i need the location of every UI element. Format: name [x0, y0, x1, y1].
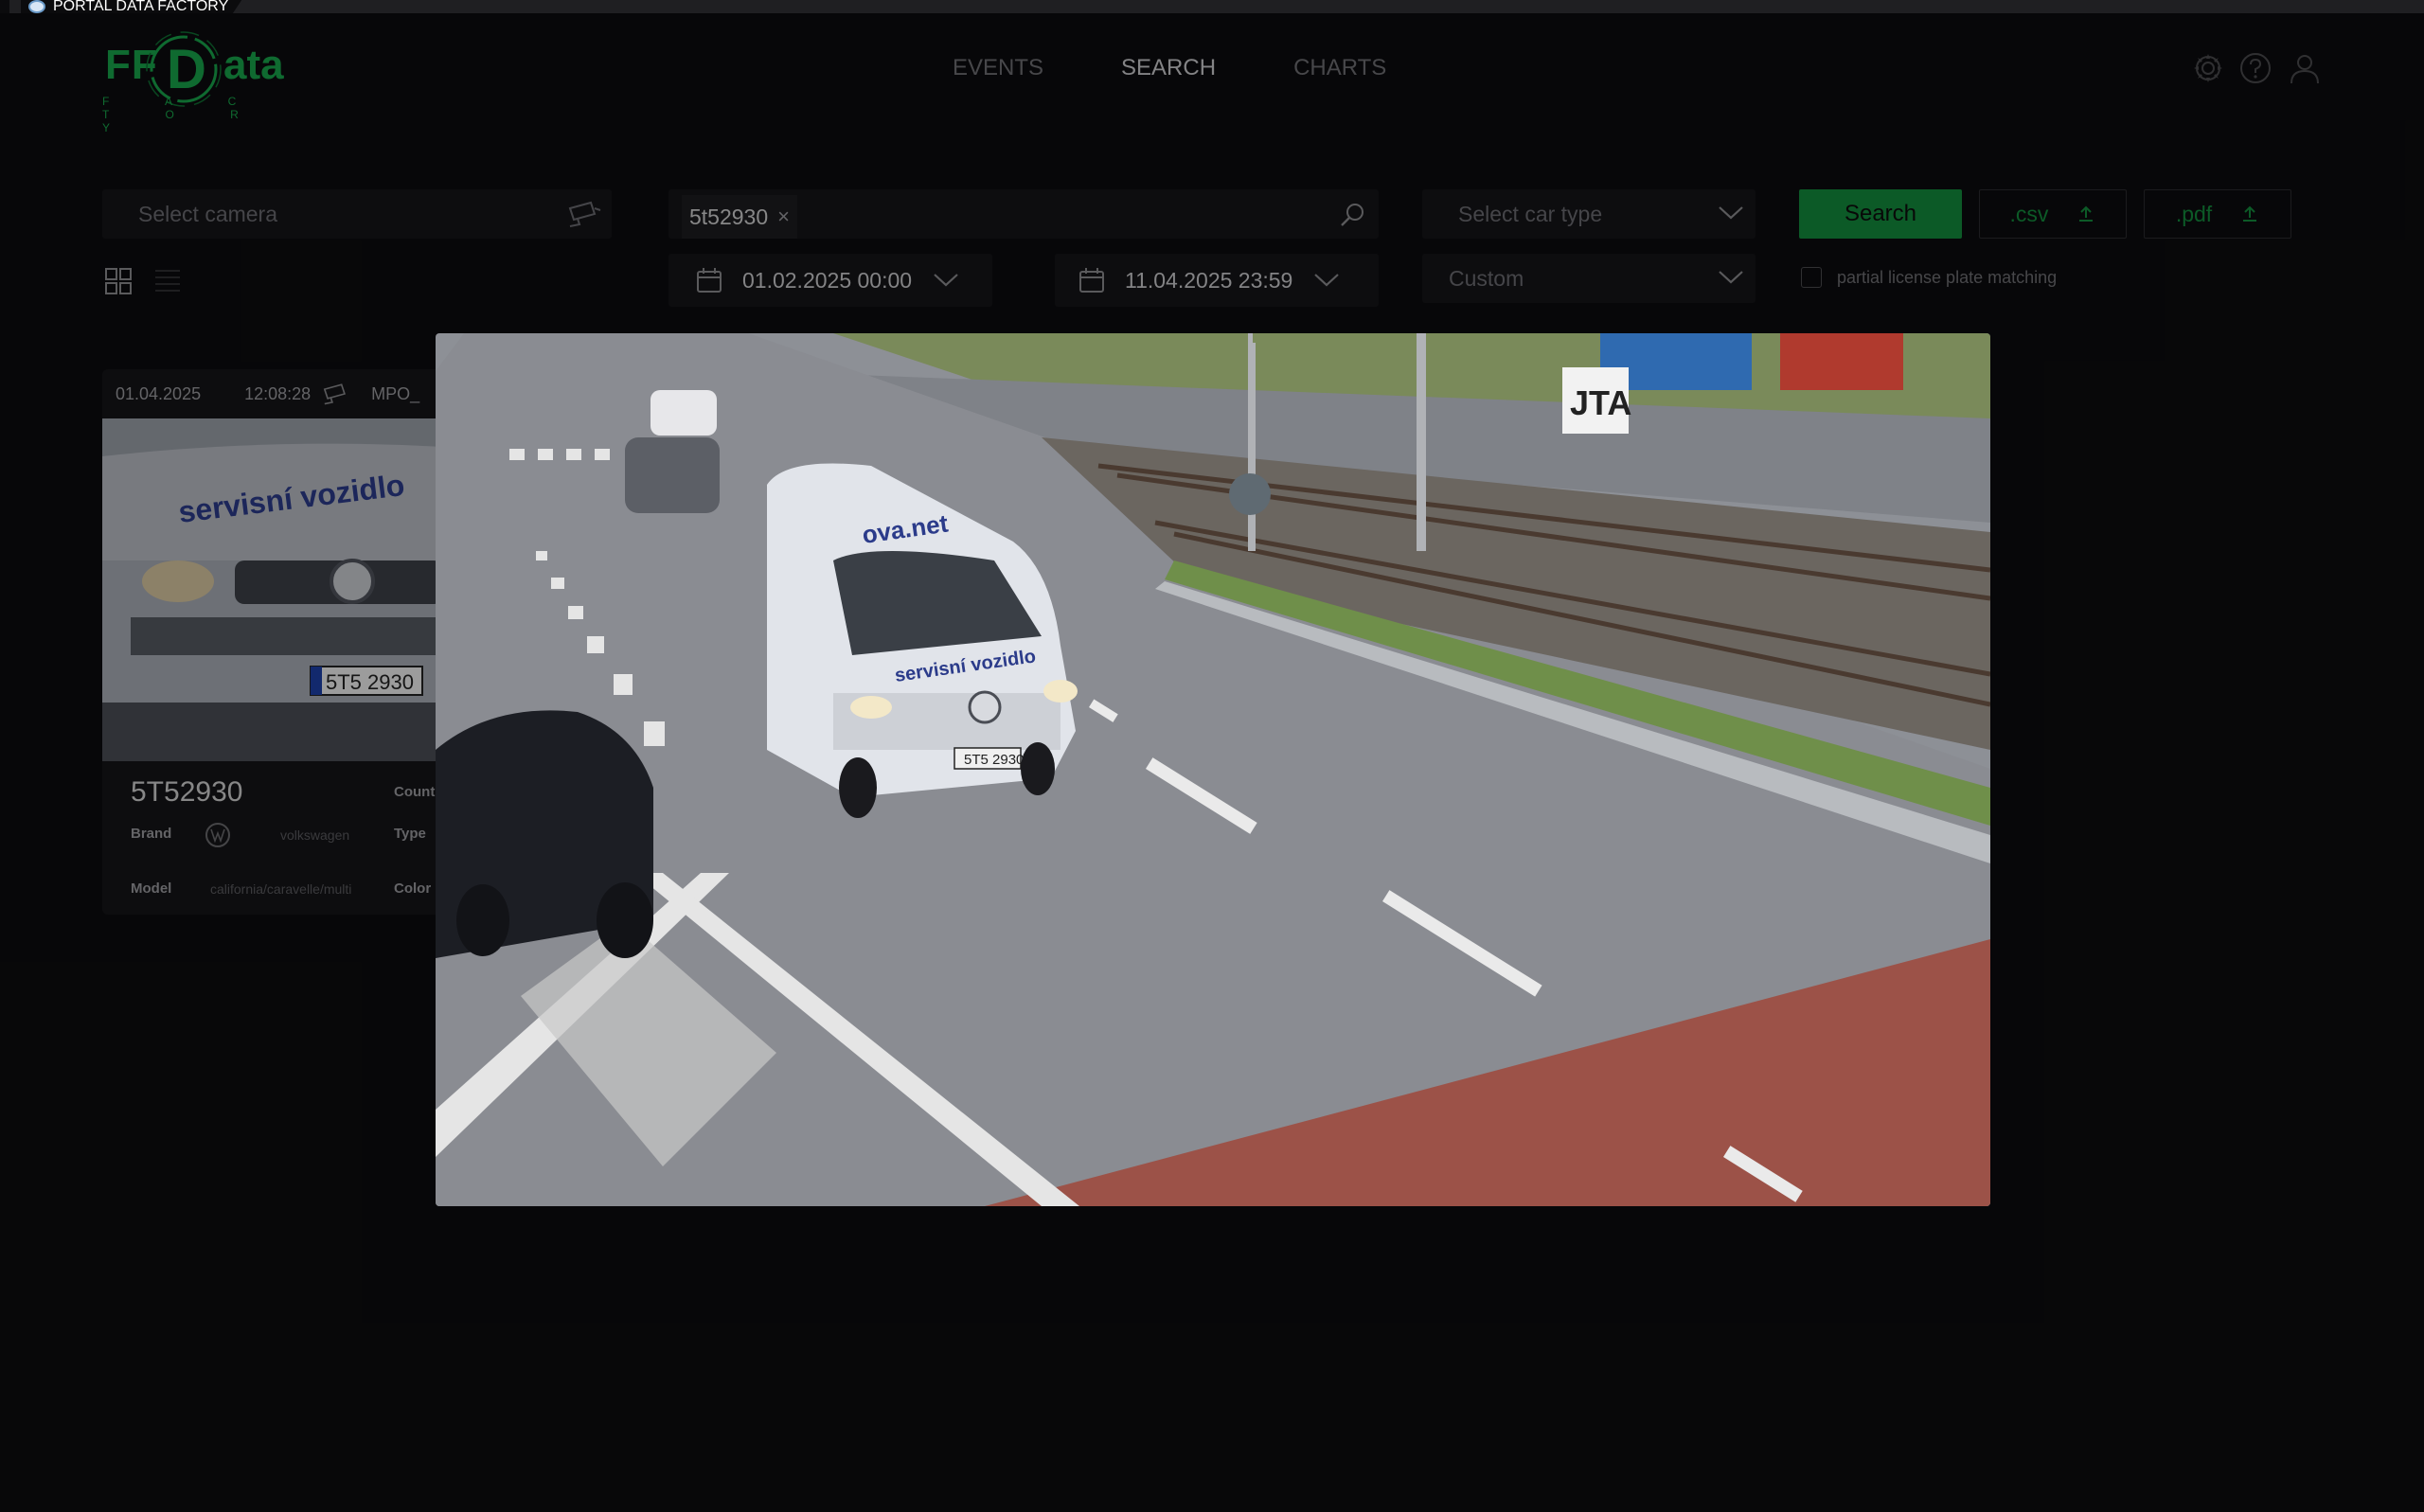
os-title-bar: PORTAL DATA FACTORY: [0, 0, 2424, 13]
full-image-modal[interactable]: JTA 5T5 2930 ova.net servisní vozidlo: [436, 333, 1990, 1206]
photo-billboard-text: JTA: [1570, 383, 1631, 422]
browser-tab[interactable]: PORTAL DATA FACTORY: [21, 0, 242, 13]
os-left-tab-edge: [0, 0, 9, 13]
favicon-icon: [28, 0, 45, 13]
photo-van-plate: 5T5 2930: [964, 752, 1024, 768]
traffic-camera-photo: JTA 5T5 2930 ova.net servisní vozidlo: [436, 333, 1990, 1206]
